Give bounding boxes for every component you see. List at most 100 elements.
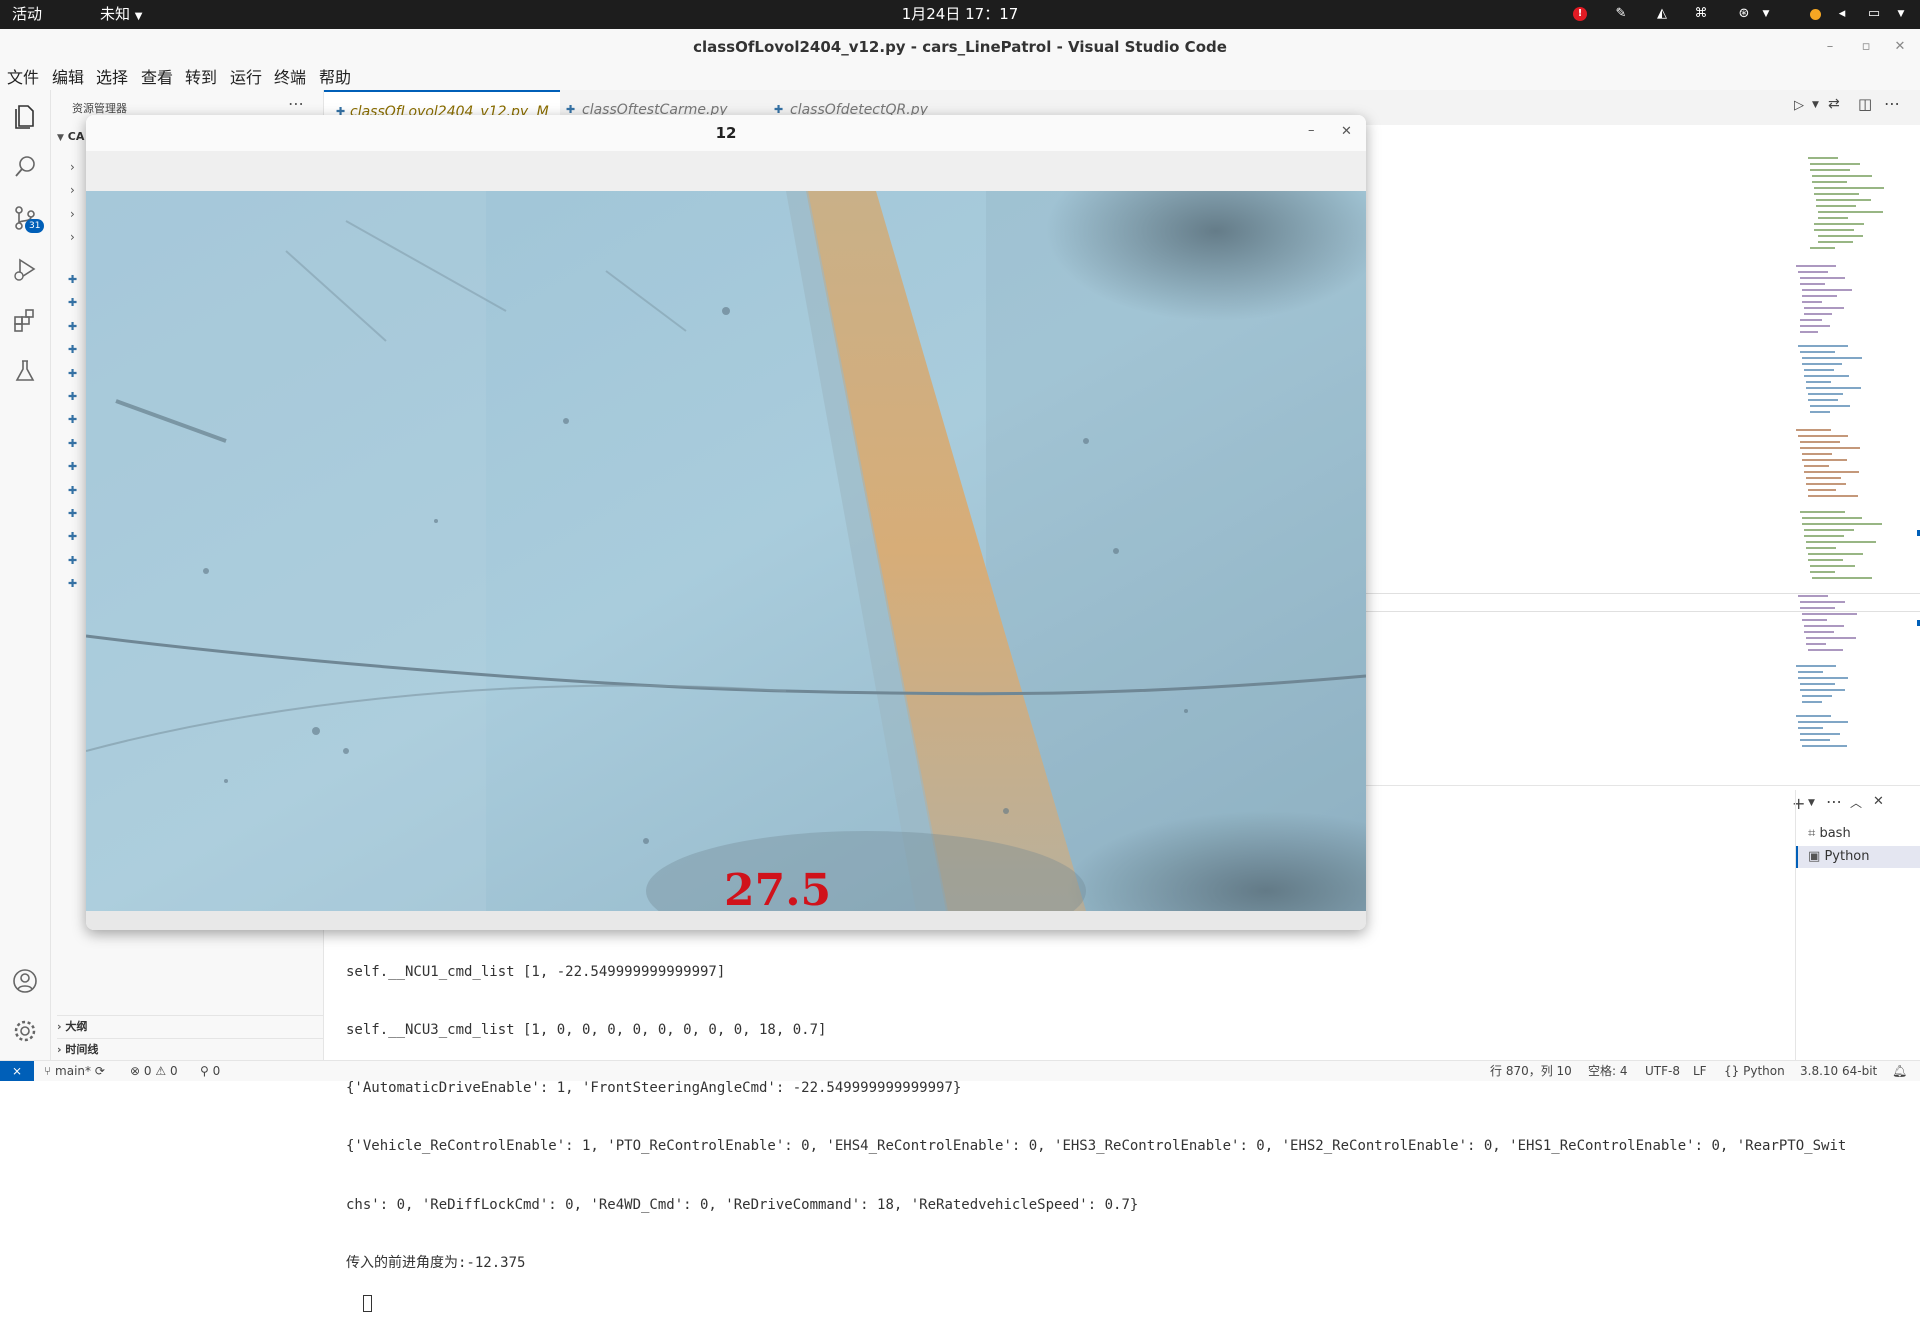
title-bar: classOfLovol2404_v12.py - cars_LinePatro…: [0, 29, 1920, 65]
menu-terminal[interactable]: 终端: [274, 65, 306, 90]
chevron-right-icon[interactable]: ›: [70, 226, 75, 249]
account-icon[interactable]: [9, 965, 41, 997]
python-file-icon[interactable]: ✚: [68, 549, 77, 572]
search-icon[interactable]: [9, 151, 41, 183]
python-file-icon[interactable]: ✚: [68, 385, 77, 408]
terminal-session-python[interactable]: ▣ Python: [1796, 846, 1920, 868]
extensions-icon[interactable]: [9, 304, 41, 336]
python-file-icon[interactable]: ✚: [68, 572, 77, 595]
braces-icon: {}: [1724, 1064, 1740, 1078]
terminal-line: self.__NCU3_cmd_list [1, 0, 0, 0, 0, 0, …: [346, 1022, 827, 1039]
status-bar: ⨯ ⑂ main* ⟳ ⊗ 0 ⚠ 0 ⚲ 0 行 870，列 10 空格: 4…: [0, 1060, 1920, 1081]
alert-icon[interactable]: !: [1573, 7, 1587, 21]
command-icon[interactable]: ⌘: [1693, 6, 1709, 22]
python-interpreter[interactable]: 3.8.10 64-bit: [1800, 1061, 1877, 1081]
python-file-icon[interactable]: ✚: [68, 455, 77, 478]
python-file-icon[interactable]: ✚: [68, 315, 77, 338]
language-mode[interactable]: {} Python: [1724, 1061, 1785, 1081]
testing-icon[interactable]: [9, 355, 41, 387]
warning-icon: ⚠: [155, 1064, 167, 1078]
terminal-session-bash[interactable]: ⌗ bash: [1808, 824, 1918, 844]
python-file-icon[interactable]: ✚: [68, 479, 77, 502]
folder-root[interactable]: ▼ CA: [57, 130, 84, 143]
status-dot-icon[interactable]: [1810, 9, 1821, 20]
folder-root-label: CA: [67, 130, 85, 143]
terminal-line: self.__NCU1_cmd_list [1, -22.54999999999…: [346, 963, 726, 980]
python-file-icon[interactable]: ✚: [68, 338, 77, 361]
system-top-bar: 活动 未知 ▼ 1月24日 17：17 ! ✎ ◭ ⌘ ⊛ ▼ ◂ ▭ ▼: [0, 0, 1920, 29]
minimap[interactable]: [1788, 150, 1920, 770]
clock[interactable]: 1月24日 17：17: [0, 0, 1920, 29]
notifications-bell-icon[interactable]: 🔔︎: [1892, 1061, 1907, 1081]
cursor-position[interactable]: 行 870，列 10: [1490, 1061, 1572, 1081]
chevron-right-icon[interactable]: ›: [70, 156, 75, 179]
split-editor-icon[interactable]: ◫: [1858, 95, 1872, 113]
python-file-icon[interactable]: ✚: [68, 502, 77, 525]
menu-view[interactable]: 查看: [141, 65, 173, 90]
problems-indicator[interactable]: ⊗ 0 ⚠ 0: [130, 1061, 178, 1081]
run-debug-icon[interactable]: [9, 253, 41, 285]
chevron-right-icon[interactable]: ›: [70, 203, 75, 226]
volume-icon[interactable]: ◂: [1834, 6, 1850, 22]
chevron-down-icon[interactable]: ▼: [1812, 100, 1819, 110]
more-actions-icon[interactable]: ⋯: [288, 94, 304, 113]
menu-go[interactable]: 转到: [185, 65, 217, 90]
camera-road-image: [86, 191, 1366, 911]
python-file-icon[interactable]: ✚: [68, 432, 77, 455]
terminal-session-label: bash: [1819, 826, 1851, 841]
sidebar-header: 资源管理器: [72, 102, 127, 115]
scm-badge: 31: [25, 219, 45, 233]
python-file-icons: ✚ ✚ ✚ ✚ ✚ ✚ ✚ ✚ ✚ ✚ ✚ ✚ ✚ ✚: [68, 268, 77, 596]
indentation[interactable]: 空格: 4: [1588, 1061, 1628, 1081]
python-file-icon[interactable]: ✚: [68, 291, 77, 314]
python-file-icon[interactable]: ✚: [68, 362, 77, 385]
close-icon[interactable]: ✕: [1890, 37, 1910, 57]
chevron-down-icon[interactable]: ▼: [1893, 6, 1909, 22]
pen-icon[interactable]: ✎: [1613, 6, 1629, 22]
run-python-file-icon[interactable]: ▷: [1794, 98, 1804, 113]
minimize-icon[interactable]: –: [1308, 123, 1315, 138]
open-changes-icon[interactable]: ⇄: [1828, 96, 1840, 112]
warning-count: 0: [169, 1064, 178, 1078]
git-branch-icon: ⑂: [44, 1064, 52, 1078]
bash-terminal-icon: ⌗: [1808, 826, 1816, 841]
battery-icon[interactable]: ▭: [1866, 6, 1882, 22]
more-actions-icon[interactable]: ⋯: [1884, 94, 1900, 113]
terminal-output[interactable]: self.__NCU1_cmd_list [1, -22.54999999999…: [346, 924, 1846, 1318]
explorer-icon[interactable]: [9, 100, 41, 132]
network-icon[interactable]: ◭: [1654, 6, 1670, 22]
ports-count: 0: [212, 1064, 221, 1078]
source-control-icon[interactable]: 31: [9, 202, 45, 234]
file-encoding[interactable]: UTF-8: [1645, 1061, 1680, 1081]
terminal-session-list: ⌗ bash ▣ Python: [1795, 790, 1920, 1060]
git-branch[interactable]: ⑂ main* ⟳: [44, 1061, 105, 1081]
menu-help[interactable]: 帮助: [319, 65, 351, 90]
accessibility-icon[interactable]: ⊛: [1736, 6, 1752, 22]
timeline-section[interactable]: › 时间线: [57, 1038, 323, 1061]
activity-bar: 31: [0, 90, 51, 1060]
python-file-icon[interactable]: ✚: [68, 268, 77, 291]
outline-section[interactable]: › 大纲: [57, 1015, 323, 1038]
terminal-icon: ▣: [1808, 849, 1821, 864]
close-icon[interactable]: ✕: [1341, 124, 1352, 139]
end-of-line[interactable]: LF: [1693, 1061, 1707, 1081]
menu-run[interactable]: 运行: [230, 65, 262, 90]
terminal-session-label: Python: [1824, 849, 1870, 864]
menu-bar: 文件 编辑 选择 查看 转到 运行 终端 帮助: [0, 65, 1920, 90]
chevron-right-icon[interactable]: ›: [70, 179, 75, 202]
remote-indicator-icon[interactable]: ⨯: [0, 1061, 34, 1081]
minimize-icon[interactable]: –: [1820, 37, 1840, 57]
menu-edit[interactable]: 编辑: [52, 65, 84, 90]
menu-selection[interactable]: 选择: [96, 65, 128, 90]
settings-gear-icon[interactable]: [9, 1015, 41, 1047]
menu-file[interactable]: 文件: [7, 65, 39, 90]
python-file-icon[interactable]: ✚: [68, 525, 77, 548]
terminal-line: {'AutomaticDriveEnable': 1, 'FrontSteeri…: [346, 1080, 962, 1097]
maximize-icon[interactable]: ▫: [1856, 37, 1876, 57]
chevron-down-icon[interactable]: ▼: [1758, 6, 1774, 22]
image-window[interactable]: 12 – ✕ 27.5: [86, 115, 1366, 930]
ports-indicator[interactable]: ⚲ 0: [200, 1061, 220, 1081]
terminal-line: 传入的前进角度为:-12.375: [346, 1254, 526, 1271]
python-file-icon[interactable]: ✚: [68, 408, 77, 431]
image-window-title: 12: [715, 124, 737, 142]
